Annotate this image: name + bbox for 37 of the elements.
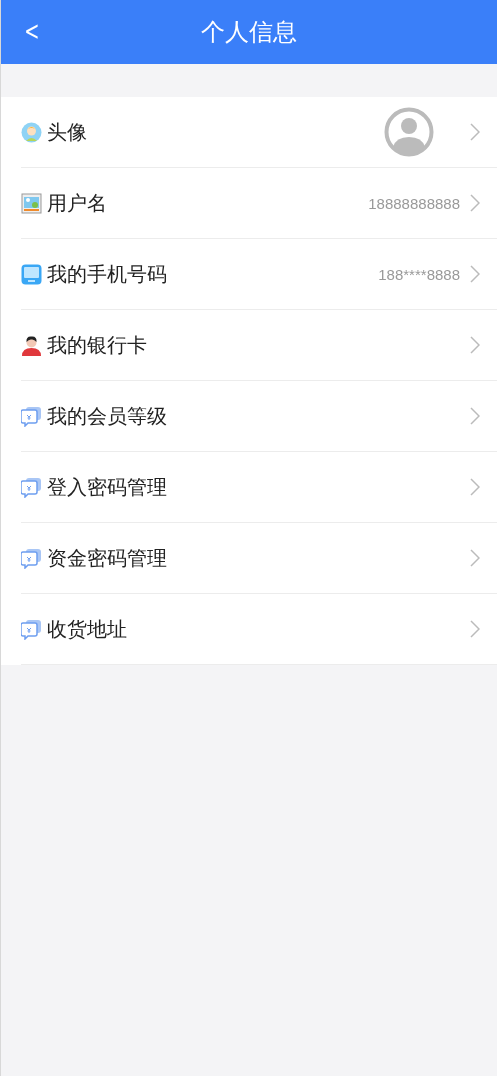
chat-icon	[21, 476, 42, 498]
chevron-icon	[470, 123, 480, 141]
list-row[interactable]: 用户名 18888888888	[21, 168, 497, 239]
row-label: 头像	[47, 118, 88, 146]
person-icon	[21, 334, 42, 356]
image-icon	[21, 192, 42, 214]
row-value: 188****8888	[378, 265, 460, 283]
row-label: 我的会员等级	[47, 402, 168, 430]
chevron-icon	[470, 407, 480, 425]
list-row[interactable]: 我的手机号码 188****8888	[21, 239, 497, 310]
chat-icon	[21, 405, 42, 427]
row-label: 用户名	[47, 189, 108, 217]
chevron-icon	[470, 620, 480, 638]
list-row[interactable]: 我的会员等级	[21, 381, 497, 452]
list-row[interactable]: 收货地址	[21, 594, 497, 665]
chevron-icon	[470, 549, 480, 567]
row-value: 18888888888	[368, 194, 460, 212]
list-row[interactable]: 头像	[21, 97, 497, 168]
row-label: 资金密码管理	[47, 544, 168, 572]
row-label: 我的手机号码	[47, 260, 168, 288]
row-label: 收货地址	[47, 615, 128, 643]
chevron-icon	[470, 336, 480, 354]
chevron-icon	[470, 194, 480, 212]
list-row[interactable]: 资金密码管理	[21, 523, 497, 594]
list-row[interactable]: 我的银行卡	[21, 310, 497, 381]
chat-icon	[21, 547, 42, 569]
monitor-icon	[21, 263, 42, 285]
row-label: 我的银行卡	[47, 331, 148, 359]
row-label: 登入密码管理	[47, 473, 168, 501]
list-row[interactable]: 登入密码管理	[21, 452, 497, 523]
chevron-icon	[470, 478, 480, 496]
page-title: 个人信息	[201, 17, 297, 48]
avatar-icon	[384, 107, 434, 157]
back-button[interactable]: <	[20, 14, 44, 48]
chat-icon	[21, 618, 42, 640]
chevron-icon	[470, 265, 480, 283]
child-icon	[21, 121, 42, 143]
